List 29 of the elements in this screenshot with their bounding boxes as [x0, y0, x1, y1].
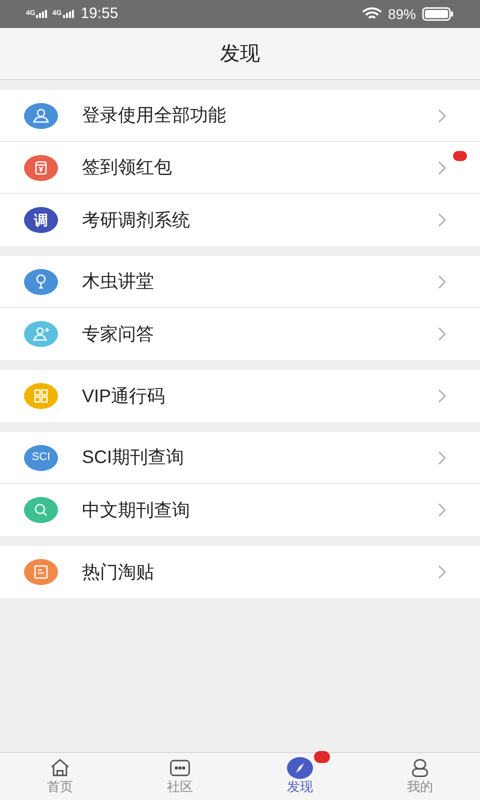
chevron-right-icon	[438, 389, 446, 403]
compass-icon	[287, 757, 313, 780]
menu-item[interactable]: 专家问答	[0, 308, 480, 360]
chevron-right-icon	[438, 503, 446, 517]
signal-icon	[36, 10, 48, 18]
menu-item[interactable]: 调 考研调剂系统	[0, 194, 480, 246]
chevron-right-icon	[438, 213, 446, 227]
menu-item[interactable]: 签到领红包	[0, 142, 480, 194]
menu-item[interactable]: 中文期刊查询	[0, 484, 480, 536]
chevron-right-icon	[438, 450, 446, 464]
chevron-right-icon	[438, 274, 446, 288]
chevron-right-icon	[438, 565, 446, 579]
menu-item[interactable]: VIP通行码	[0, 370, 480, 422]
chevron-right-icon	[438, 108, 446, 122]
menu-item[interactable]: 登录使用全部功能	[0, 90, 480, 142]
wifi-icon	[362, 7, 382, 21]
character-icon: 调	[24, 207, 58, 233]
menu-item[interactable]: 热门淘贴	[0, 546, 480, 598]
tab[interactable]: 发现	[240, 753, 360, 800]
battery-level: 89%	[388, 4, 416, 24]
page-title: 发现	[220, 42, 260, 66]
signal-icon	[62, 10, 75, 18]
menu-item[interactable]: 木虫讲堂	[0, 256, 480, 308]
clock: 19:55	[80, 4, 118, 24]
chevron-right-icon	[438, 327, 446, 341]
chevron-right-icon	[438, 160, 446, 174]
menu-item[interactable]: SCI SCI期刊查询	[0, 432, 480, 484]
battery-icon	[422, 7, 454, 21]
abbreviation-icon: SCI	[24, 444, 58, 470]
